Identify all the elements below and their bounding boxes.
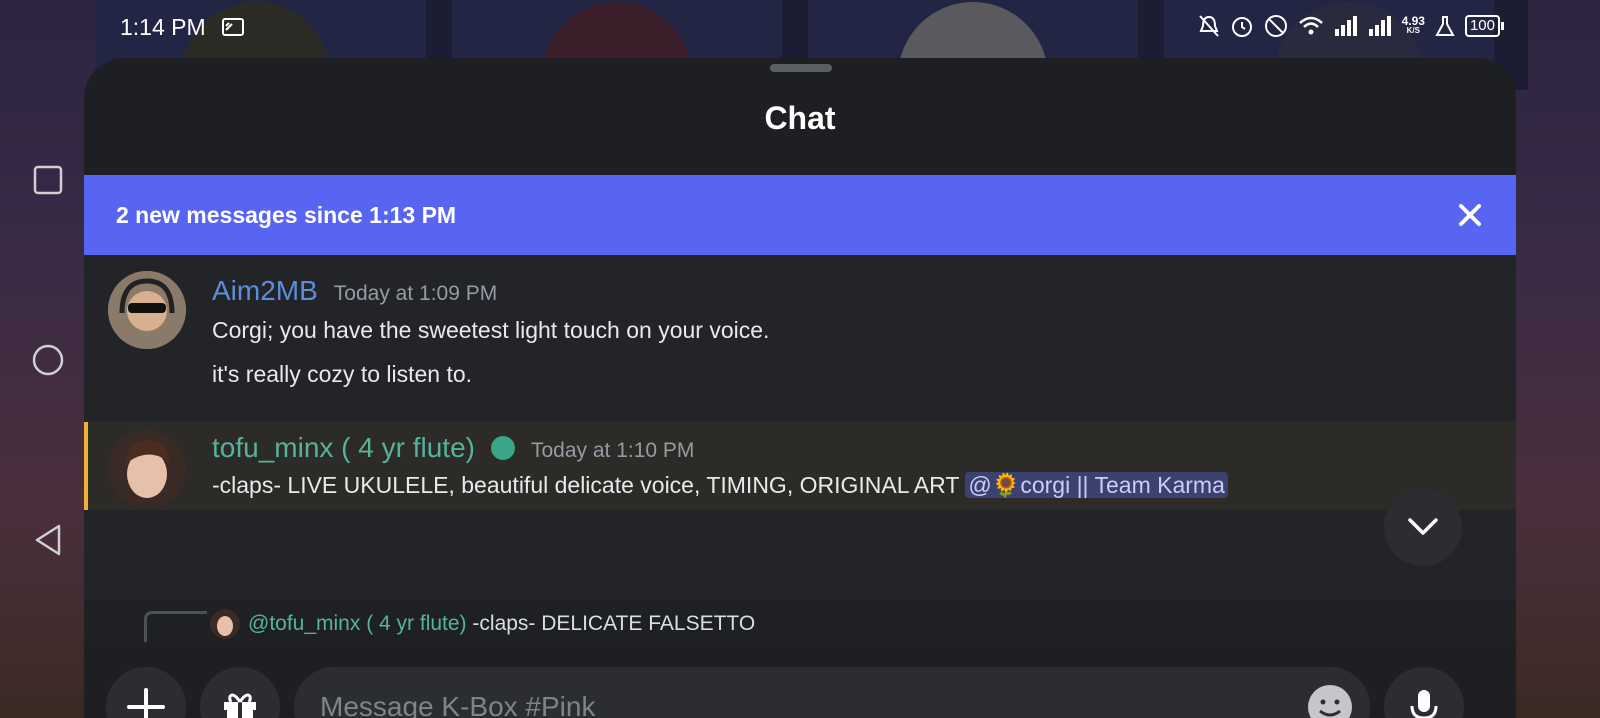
triangle-back-icon xyxy=(35,524,61,556)
banner-text: 2 new messages since 1:13 PM xyxy=(116,201,457,228)
flask-icon xyxy=(1435,16,1455,36)
reply-snippet: -claps- DELICATE FALSETTO xyxy=(472,612,756,635)
message-text: -claps- LIVE UKULELE, beautiful delicate… xyxy=(212,472,1228,499)
timestamp: Today at 1:09 PM xyxy=(333,282,498,305)
back-button[interactable] xyxy=(28,520,68,560)
status-time: 1:14 PM xyxy=(120,14,206,40)
user-avatar-icon xyxy=(108,430,186,508)
reply-mention[interactable]: @tofu_minx ( 4 yr flute) xyxy=(248,612,467,635)
message-input-placeholder: Message K-Box #Pink xyxy=(320,691,596,718)
circle-icon xyxy=(32,344,64,376)
microphone-icon xyxy=(1410,690,1438,718)
network-speed: 4.93 K/S xyxy=(1401,14,1425,35)
chat-sheet: Chat 2 new messages since 1:13 PM Aim2MB… xyxy=(84,58,1516,718)
message-body: -claps- LIVE UKULELE, beautiful delicate… xyxy=(212,472,959,498)
mention-highlight-bar xyxy=(84,422,88,510)
battery-icon: 100 xyxy=(1464,15,1504,37)
status-icons: 4.93 K/S 100 xyxy=(1198,14,1504,38)
plus-icon xyxy=(127,688,165,718)
sheet-title: Chat xyxy=(764,100,836,136)
home-button[interactable] xyxy=(28,340,68,380)
reply-text: @tofu_minx ( 4 yr flute) -claps- DELICAT… xyxy=(248,612,755,636)
user-mention[interactable]: @🌻corgi || Team Karma xyxy=(965,472,1228,498)
gift-icon xyxy=(224,693,256,718)
message-composer: Message K-Box #Pink xyxy=(84,648,1516,718)
jump-to-present-button[interactable] xyxy=(1384,488,1462,566)
smiley-icon xyxy=(1319,699,1341,717)
username[interactable]: tofu_minx ( 4 yr flute) xyxy=(212,432,475,464)
timestamp: Today at 1:10 PM xyxy=(530,439,695,462)
reply-connector xyxy=(144,611,207,642)
add-attachment-button[interactable] xyxy=(106,667,186,718)
battery-level: 100 xyxy=(1464,15,1500,37)
avatar[interactable] xyxy=(108,271,186,349)
square-icon xyxy=(33,165,63,195)
message-list[interactable]: Aim2MB Today at 1:09 PM Corgi; you have … xyxy=(84,255,1516,600)
chevron-down-icon xyxy=(1408,518,1438,535)
message-text: it's really cozy to listen to. xyxy=(212,361,473,387)
reply-preview[interactable]: @tofu_minx ( 4 yr flute) -claps- DELICAT… xyxy=(84,603,1516,648)
do-not-disturb-icon xyxy=(1264,15,1287,37)
screen-cast-icon xyxy=(222,18,244,36)
user-avatar-icon xyxy=(108,271,186,349)
emoji-button[interactable] xyxy=(1308,685,1352,718)
signal-icon xyxy=(1368,16,1391,36)
reply-avatar xyxy=(210,609,240,639)
system-nav-bar xyxy=(0,0,96,718)
signal-icon xyxy=(1334,16,1357,36)
message-item[interactable]: tofu_minx ( 4 yr flute) Today at 1:10 PM… xyxy=(84,422,1516,510)
bell-off-icon xyxy=(1198,15,1219,37)
message-input[interactable]: Message K-Box #Pink xyxy=(294,667,1370,718)
online-status-dot xyxy=(490,436,515,460)
alarm-icon xyxy=(1231,17,1252,37)
message-item[interactable]: Aim2MB Today at 1:09 PM Corgi; you have … xyxy=(84,255,1516,423)
wifi-icon xyxy=(1298,16,1323,35)
voice-message-button[interactable] xyxy=(1384,667,1464,718)
avatar[interactable] xyxy=(108,430,186,508)
new-messages-banner[interactable]: 2 new messages since 1:13 PM xyxy=(84,175,1516,255)
username[interactable]: Aim2MB xyxy=(212,275,318,307)
close-icon[interactable] xyxy=(1456,201,1484,229)
message-text: Corgi; you have the sweetest light touch… xyxy=(212,317,770,343)
recents-button[interactable] xyxy=(28,160,68,200)
gift-button[interactable] xyxy=(200,667,280,718)
drag-handle[interactable] xyxy=(770,64,832,72)
